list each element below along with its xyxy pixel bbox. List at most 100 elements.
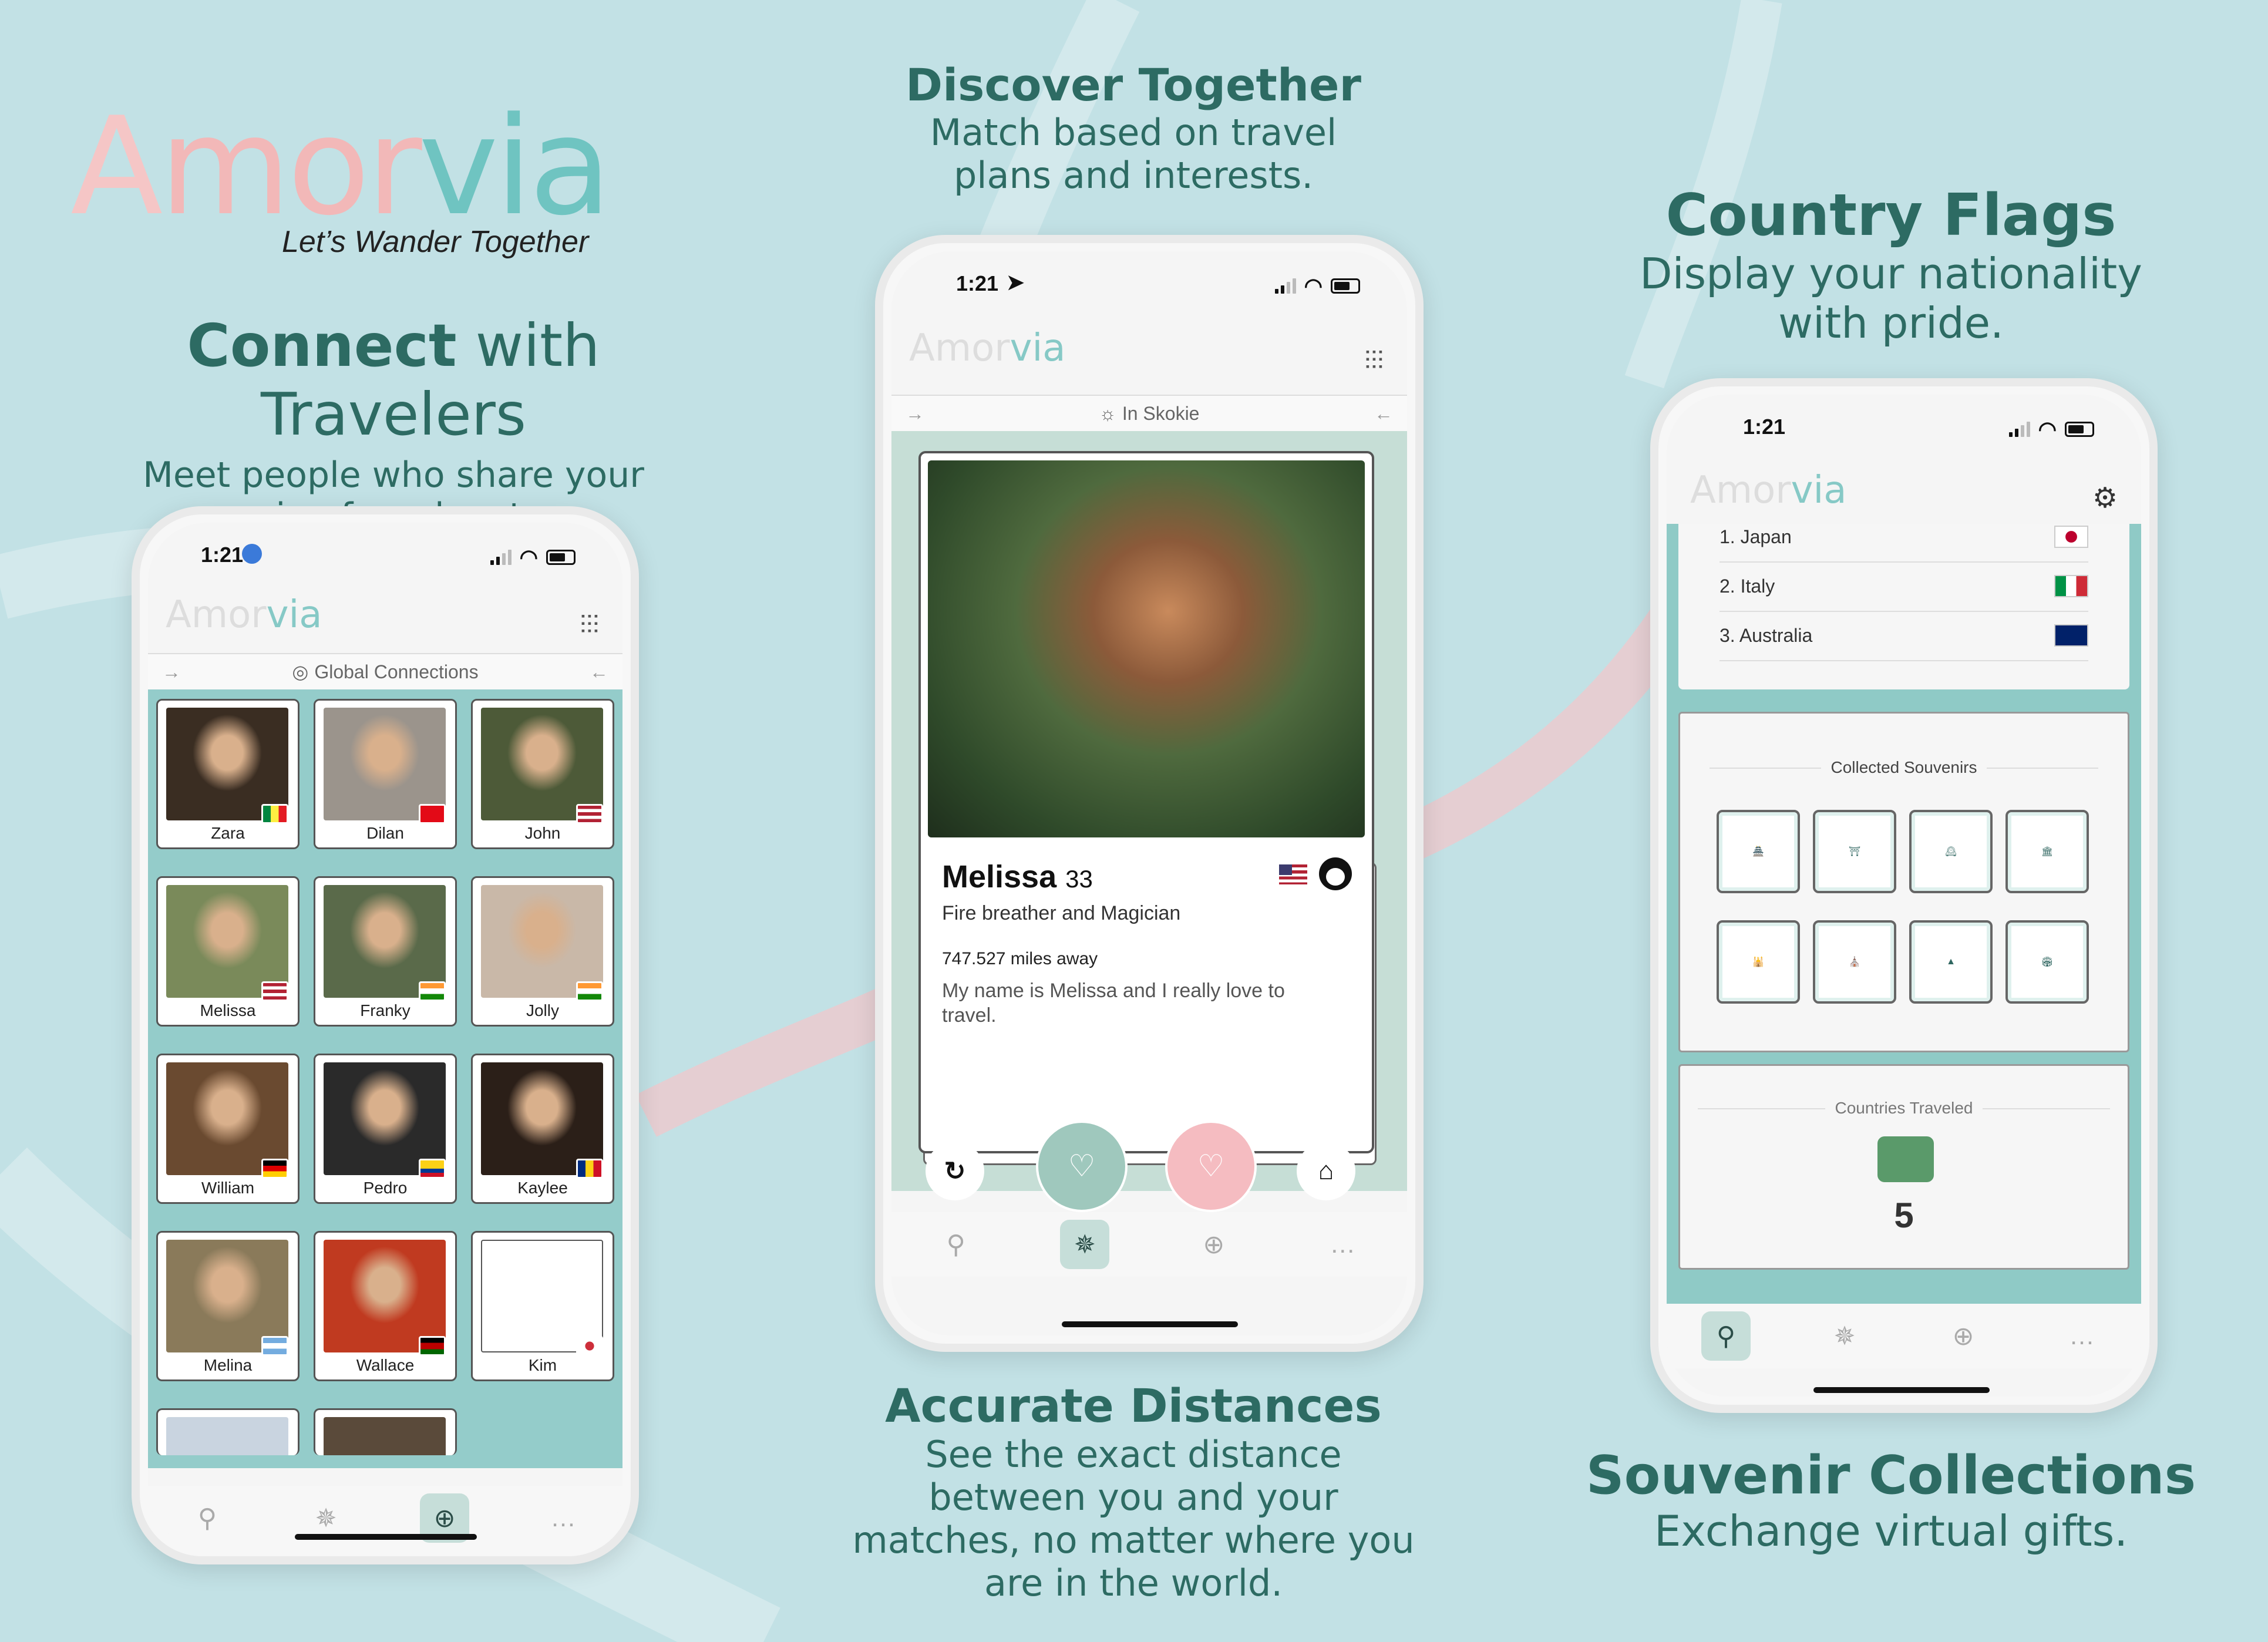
country-row-australia: 3. Australia [1719,611,2088,661]
back-arrow-icon[interactable]: ← [590,661,608,683]
souvenir-pyramid-icon[interactable]: ▲ [1909,920,1993,1004]
app-logo-a: A [909,327,935,370]
souvenir-dome-icon[interactable]: 🕌 [1717,920,1800,1004]
home-indicator [295,1534,477,1540]
undo-button[interactable]: ↻ [926,1142,984,1200]
profile-tile-wallace[interactable]: Wallace [314,1231,457,1381]
tab-global[interactable]: ⊕ [1189,1220,1239,1269]
profile-card[interactable]: Melissa 33 Fire breather and Magician 74… [918,451,1374,1153]
forward-arrow-icon[interactable]: → [906,403,924,425]
souvenir-cathedral-icon[interactable]: ⛪ [1813,920,1896,1004]
panel-souvenir-title: Souvenir Collections [1586,1445,2196,1506]
panel-connect-title: Connect with Travelers [59,311,728,449]
tab-profile[interactable]: ⚲ [931,1220,981,1269]
tab-global[interactable]: ⊕ [1939,1311,1988,1361]
profile-tile-jolly[interactable]: Jolly [471,876,614,1027]
globe-icon: ◎ [292,661,309,682]
profile-tile-partial[interactable] [156,1408,300,1455]
profile-name: Zara [211,824,245,842]
souvenirs-card: Collected Souvenirs 🏯 ⛩ 🕰 🏛 🕌 ⛪ ▲ 🏟 [1678,712,2129,1052]
profile-tile-melina[interactable]: Melina [156,1231,300,1381]
profile-tile-melissa[interactable]: Melissa [156,876,300,1027]
profile-tile-kim[interactable]: Kim [471,1231,614,1381]
souvenir-clocktower-icon[interactable]: 🕰 [1909,810,1993,893]
card-distance: 747.527 miles away [942,949,1098,968]
panel-connect-title-bold: Connect [187,311,457,380]
app-logo-via: via [1010,327,1066,370]
kenya-flag-icon [419,1336,446,1356]
settings-gear-icon[interactable]: ⚙ [2092,482,2118,514]
us-flag-icon [1279,864,1307,884]
profile-photo [928,460,1365,837]
germany-flag-icon [261,1159,288,1179]
profile-name: Pedro [363,1179,408,1197]
souvenir-palace-icon[interactable]: 🏛 [2005,810,2089,893]
profile-tile-partial[interactable] [314,1408,457,1455]
phone3-screen: 1:21 ◠ Amorvia ⚙ 1. Japan 2. Italy 3. Au… [1667,395,2141,1397]
india-flag-icon [576,981,603,1001]
souvenir-colosseum-icon[interactable]: 🏟 [2005,920,2089,1004]
panel-discover-heading: Discover Together Match based on travel … [822,59,1445,197]
countries-traveled-title-text: Countries Traveled [1825,1099,1983,1117]
like-button[interactable]: ♡ [1165,1121,1257,1212]
forward-arrow-icon[interactable]: → [162,661,181,683]
panel-flags-heading: Country Flags Display your nationality w… [1586,182,2196,348]
profile-name: Dilan [366,824,404,842]
back-arrow-icon[interactable]: ← [1374,403,1393,425]
panel-discover-title: Discover Together [905,59,1362,111]
tab-discover[interactable]: ✵ [1060,1220,1110,1269]
phone-global-connections: 1:21 ◠ Amorvia ⫶⫶⫶ → ◎ Global Connection… [132,506,639,1564]
app-logo: Amorvia [909,327,1065,370]
tab-chat[interactable]: … [1318,1220,1367,1269]
compass-icon: ✵ [1074,1230,1096,1259]
person-icon: ⚲ [197,1503,217,1533]
app-logo: Amorvia [166,593,322,637]
compass-icon: ✵ [315,1503,337,1533]
profile-name: Melissa [200,1001,256,1019]
broken-heart-icon: ♡ [1068,1149,1096,1183]
profile-tile-dilan[interactable]: Dilan [314,699,457,849]
pass-button[interactable]: ♡ [1036,1121,1128,1212]
museum-button[interactable]: ⌂ [1297,1142,1355,1200]
profile-name: Jolly [526,1001,559,1019]
argentina-flag-icon [261,1336,288,1356]
tab-profile[interactable]: ⚲ [1701,1311,1751,1361]
signal-icon [2008,422,2030,437]
profile-tile-william[interactable]: William [156,1054,300,1204]
us-flag-icon [576,804,603,824]
card-name: Melissa [942,859,1057,894]
country-label: 2. Italy [1719,575,1775,597]
countries-traveled-title: Countries Traveled [1680,1099,2128,1118]
tab-chat[interactable]: … [2057,1311,2107,1361]
panel-distance-title: Accurate Distances [885,1380,1382,1433]
souvenir-temple-icon[interactable]: ⛩ [1813,810,1896,893]
undo-icon: ↻ [944,1156,966,1186]
tab-chat[interactable]: … [539,1493,588,1543]
panel-discover-subtitle-1: Match based on travel [930,111,1337,154]
filter-sliders-icon[interactable]: ⫶⫶⫶ [1364,346,1384,376]
phone1-status-bar: 1:21 ◠ [148,523,622,570]
globe-icon: ⊕ [1203,1230,1225,1259]
profile-tile-zara[interactable]: Zara [156,699,300,849]
tab-discover[interactable]: ✵ [1820,1311,1869,1361]
profile-tile-franky[interactable]: Franky [314,876,457,1027]
card-age: 33 [1065,865,1093,893]
phone2-status-bar: 1:21 ➤ ◠ [891,251,1407,298]
card-name-line: Melissa 33 [942,859,1093,895]
status-time: 1:21 [956,271,999,295]
profile-name: Kim [528,1356,557,1374]
profile-tile-john[interactable]: John [471,699,614,849]
tab-profile[interactable]: ⚲ [183,1493,232,1543]
country-row-italy: 2. Italy [1719,561,2088,612]
globe-icon: ⊕ [433,1503,456,1533]
india-flag-icon [419,981,446,1001]
profile-tile-kaylee[interactable]: Kaylee [471,1054,614,1204]
globe-icon: ⊕ [1952,1321,1974,1351]
panel-discover-subtitle-2: plans and interests. [953,154,1314,197]
person-icon: ⚲ [1716,1321,1736,1351]
countries-traveled-card: Countries Traveled 5 [1678,1064,2129,1270]
australia-flag-icon [2054,624,2088,647]
profile-tile-pedro[interactable]: Pedro [314,1054,457,1204]
filter-sliders-icon[interactable]: ⫶⫶⫶ [580,611,599,640]
souvenir-pagoda-icon[interactable]: 🏯 [1717,810,1800,893]
